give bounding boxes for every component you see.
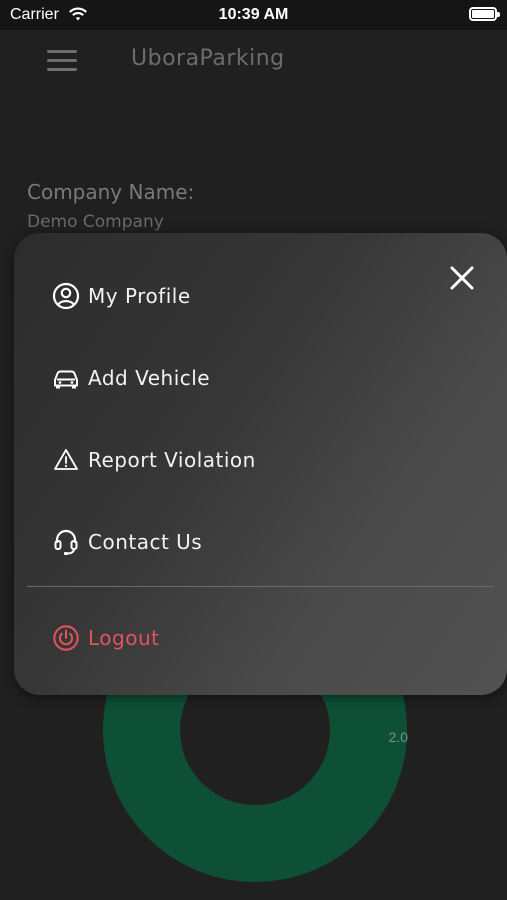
menu-item-add-vehicle[interactable]: Add Vehicle [52,358,210,398]
side-menu-drawer: My Profile Add Vehicle Report Violation [14,233,507,695]
menu-icon[interactable] [47,50,77,72]
menu-item-report-violation[interactable]: Report Violation [52,440,256,480]
menu-item-label: My Profile [88,284,191,308]
logout-label: Logout [88,626,160,650]
app-header: UboraParking [0,30,507,90]
power-icon [52,624,80,652]
menu-item-contact-us[interactable]: Contact Us [52,522,202,562]
logout-button[interactable]: Logout [52,618,159,658]
menu-divider [27,586,494,587]
user-circle-icon [52,282,80,310]
car-icon [52,364,80,392]
status-bar: Carrier 10:39 AM [0,0,507,30]
headset-icon [52,528,80,556]
menu-item-my-profile[interactable]: My Profile [52,276,191,316]
battery-icon [469,7,500,21]
clock: 10:39 AM [218,6,289,23]
donut-slice-label: 2.0 [389,729,409,745]
app-title: UboraParking [131,46,285,71]
close-icon[interactable] [447,263,477,293]
warning-icon [52,446,80,474]
menu-item-label: Contact Us [88,530,203,554]
company-name-label: Company Name: [27,180,195,204]
menu-item-label: Add Vehicle [88,366,211,390]
menu-item-label: Report Violation [88,448,256,472]
company-name-value: Demo Company [27,212,164,232]
